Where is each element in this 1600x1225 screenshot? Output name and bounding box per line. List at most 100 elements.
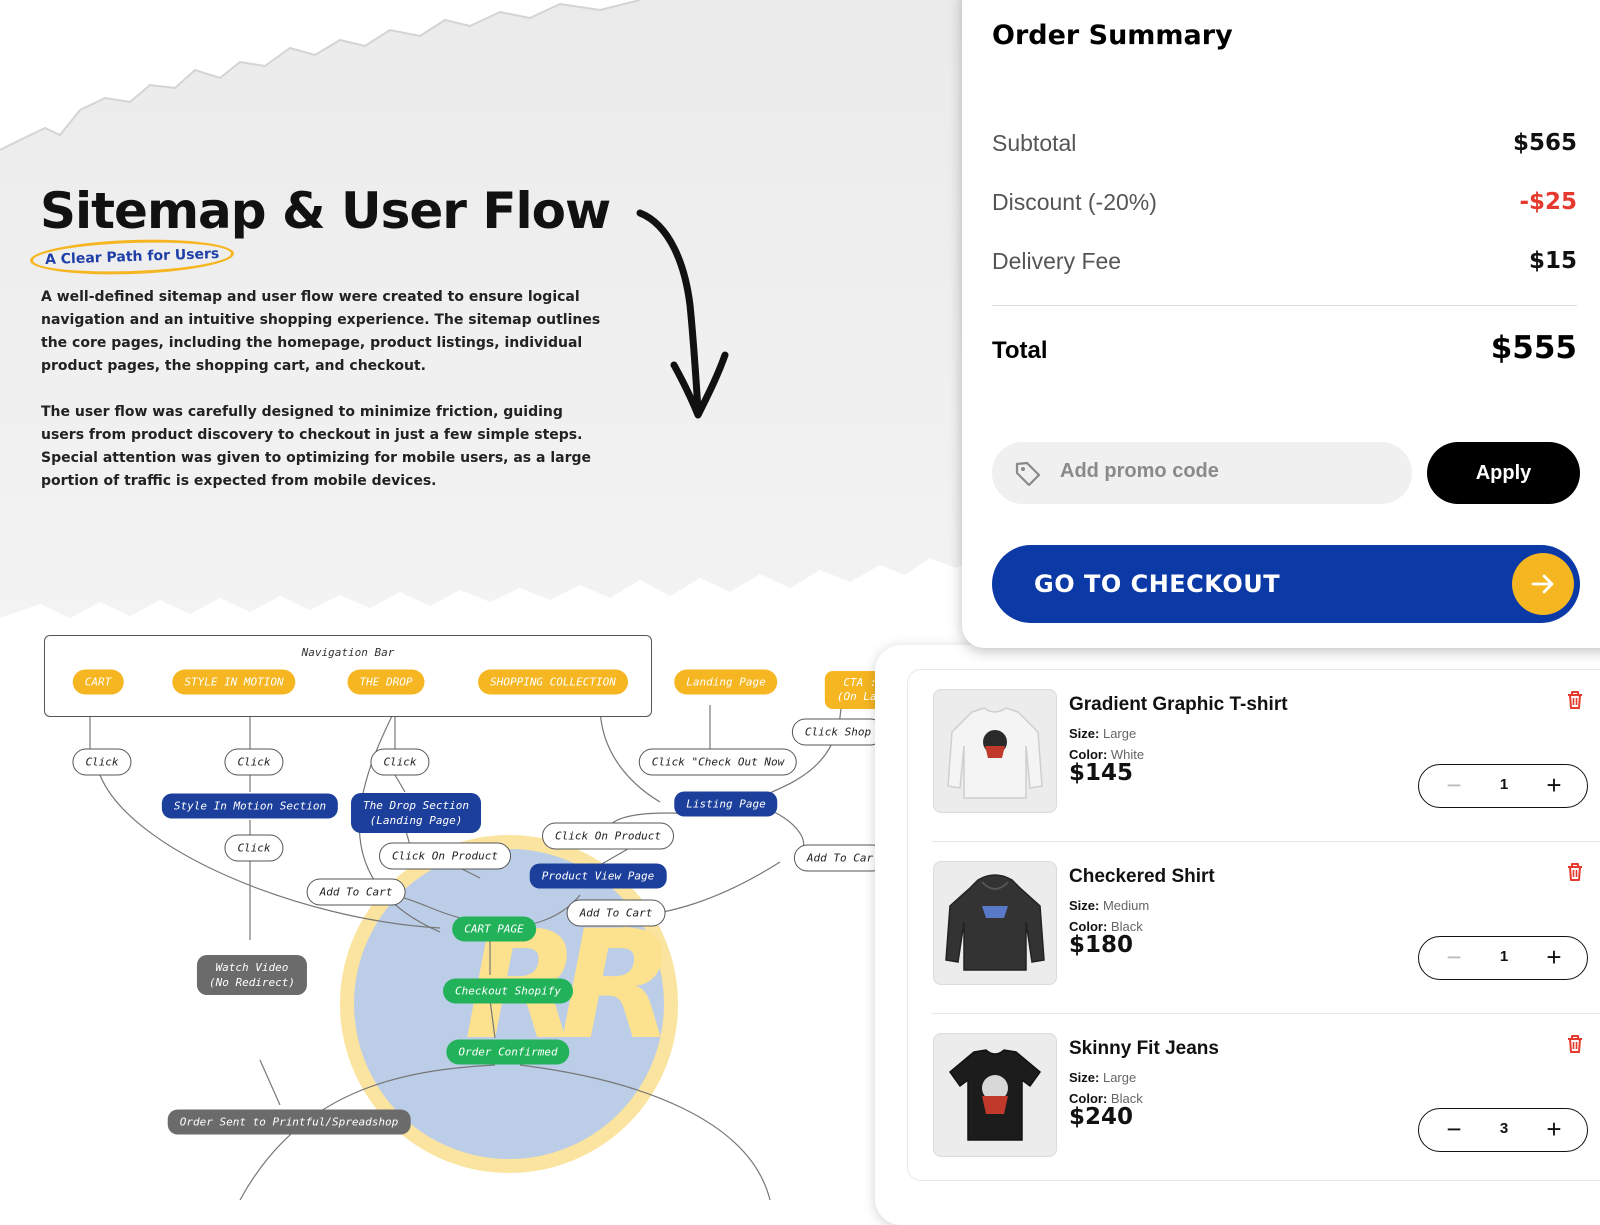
checkout-button-label: GO TO CHECKOUT [1034, 570, 1281, 598]
size-value: Large [1102, 726, 1137, 741]
white-sweatshirt-image [933, 689, 1057, 813]
trash-icon[interactable] [1566, 862, 1584, 882]
decrease-quantity-button[interactable]: − [1437, 769, 1471, 803]
total-value: $555 [1490, 330, 1577, 366]
node-watch-video: Watch Video (No Redirect) [196, 955, 308, 995]
delivery-fee-value: $15 [1528, 248, 1577, 274]
increase-quantity-button[interactable]: + [1537, 769, 1571, 803]
node-click-drop: Click [370, 748, 430, 776]
cart-item-size: Size: Medium [1069, 898, 1149, 913]
nav-node-shopping-collection: SHOPPING COLLECTION [478, 669, 628, 695]
node-add-to-cart-drop: Add To Cart [306, 878, 406, 906]
quantity-stepper: − 1 + [1418, 764, 1588, 808]
cart-item-price: $240 [1069, 1104, 1134, 1130]
trash-icon[interactable] [1566, 690, 1584, 710]
apply-promo-button[interactable]: Apply [1427, 442, 1580, 504]
quantity-value: 1 [1499, 776, 1509, 793]
node-product-view-page: Product View Page [529, 863, 667, 889]
order-summary-card: Order Summary Subtotal $565 Discount (-2… [962, 0, 1600, 648]
node-click-style-2: Click [224, 834, 284, 862]
nav-node-the-drop: THE DROP [347, 669, 425, 695]
cart-item: Gradient Graphic T-shirt Size: Large Col… [908, 670, 1600, 842]
node-cart-page: CART PAGE [452, 916, 536, 942]
promo-code-placeholder: Add promo code [1060, 460, 1219, 482]
nav-node-style-in-motion: STYLE IN MOTION [172, 669, 296, 695]
cart-items-list: Gradient Graphic T-shirt Size: Large Col… [907, 669, 1600, 1181]
quantity-value: 1 [1499, 948, 1509, 965]
node-click-style: Click [224, 748, 284, 776]
discount-row: Discount (-20%) -$25 [992, 189, 1577, 229]
trash-icon[interactable] [1566, 1034, 1584, 1054]
node-add-to-cart-cta: Add To Car [793, 844, 880, 872]
go-to-checkout-button[interactable]: GO TO CHECKOUT [992, 545, 1580, 623]
description: A well-defined sitemap and user flow wer… [41, 286, 601, 516]
order-summary-title: Order Summary [992, 20, 1233, 51]
node-checkout-shopify: Checkout Shopify [443, 978, 573, 1004]
quantity-value: 3 [1499, 1120, 1509, 1137]
subtotal-row: Subtotal $565 [992, 130, 1577, 170]
node-landing-page: Landing Page [674, 669, 778, 695]
decrease-quantity-button[interactable]: − [1437, 941, 1471, 975]
node-order-confirmed: Order Confirmed [446, 1039, 570, 1065]
description-paragraph-2: The user flow was carefully designed to … [41, 404, 591, 489]
node-drop-section-line-2: (Landing Page) [369, 814, 463, 827]
size-value: Large [1102, 1070, 1137, 1085]
cart-item-price: $180 [1069, 932, 1134, 958]
description-paragraph-1: A well-defined sitemap and user flow wer… [41, 289, 601, 374]
total-label: Total [992, 337, 1048, 364]
decrease-quantity-button[interactable]: − [1437, 1113, 1471, 1147]
cart-card: Gradient Graphic T-shirt Size: Large Col… [875, 645, 1600, 1225]
node-click-on-product-listing: Click On Product [542, 822, 674, 850]
size-label: Size: [1069, 898, 1100, 913]
cart-item-name: Skinny Fit Jeans [1069, 1038, 1219, 1059]
increase-quantity-button[interactable]: + [1537, 941, 1571, 975]
subtitle: A Clear Path for Users [29, 236, 235, 278]
user-flow-diagram: RR ® Navigation Bar CART STYLE IN MOTION… [0, 620, 880, 1200]
cart-item: Skinny Fit Jeans Size: Large Color: Blac… [908, 1014, 1600, 1186]
node-cta-line-1: CTA : [843, 676, 877, 689]
subtotal-label: Subtotal [992, 130, 1077, 156]
node-drop-section: The Drop Section (Landing Page) [351, 793, 481, 833]
subtitle-highlight: A Clear Path for Users [29, 236, 235, 278]
subtotal-value: $565 [1512, 130, 1577, 156]
quantity-stepper: − 1 + [1418, 936, 1588, 980]
increase-quantity-button[interactable]: + [1537, 1113, 1571, 1147]
arrow-right-icon [1512, 553, 1574, 615]
node-cta: CTA : (On Lan [824, 671, 880, 709]
cart-item-size: Size: Large [1069, 726, 1136, 741]
page-title: Sitemap & User Flow [40, 182, 611, 240]
summary-divider [992, 305, 1577, 306]
navigation-bar-title: Navigation Bar [301, 646, 395, 659]
node-watch-video-line-2: (No Redirect) [208, 976, 296, 989]
node-add-to-cart-product: Add To Cart [566, 899, 666, 927]
node-order-sent: Order Sent to Printful/Spreadshop [167, 1109, 411, 1135]
node-drop-section-line-1: The Drop Section [363, 799, 469, 812]
node-click-cart: Click [72, 748, 132, 776]
tag-icon [1015, 461, 1041, 487]
node-click-on-product-drop: Click On Product [379, 842, 511, 870]
node-watch-video-line-1: Watch Video [215, 961, 289, 974]
black-hoodie-image [933, 861, 1057, 985]
node-style-in-motion-section: Style In Motion Section [161, 793, 339, 819]
cart-item: Checkered Shirt Size: Medium Color: Blac… [908, 842, 1600, 1014]
nav-node-cart: CART [72, 669, 124, 695]
node-cta-line-2: (On Lan [836, 690, 880, 703]
delivery-fee-label: Delivery Fee [992, 248, 1122, 274]
cart-item-name: Checkered Shirt [1069, 866, 1215, 887]
size-value: Medium [1102, 898, 1150, 913]
node-listing-page: Listing Page [674, 791, 778, 817]
size-label: Size: [1069, 1070, 1100, 1085]
quantity-stepper: − 3 + [1418, 1108, 1588, 1152]
node-click-check-out-now: Click "Check Out Now [638, 748, 798, 776]
discount-label: Discount (-20%) [992, 189, 1157, 215]
cart-item-price: $145 [1069, 760, 1134, 786]
black-tshirt-image [933, 1033, 1057, 1157]
node-click-shop: Click Shop [791, 718, 880, 746]
delivery-fee-row: Delivery Fee $15 [992, 248, 1577, 288]
hand-drawn-arrow-icon [636, 209, 729, 419]
discount-value: -$25 [1519, 189, 1577, 215]
promo-code-input[interactable]: Add promo code [992, 442, 1412, 504]
cart-item-size: Size: Large [1069, 1070, 1136, 1085]
size-label: Size: [1069, 726, 1100, 741]
cart-item-name: Gradient Graphic T-shirt [1069, 694, 1288, 715]
